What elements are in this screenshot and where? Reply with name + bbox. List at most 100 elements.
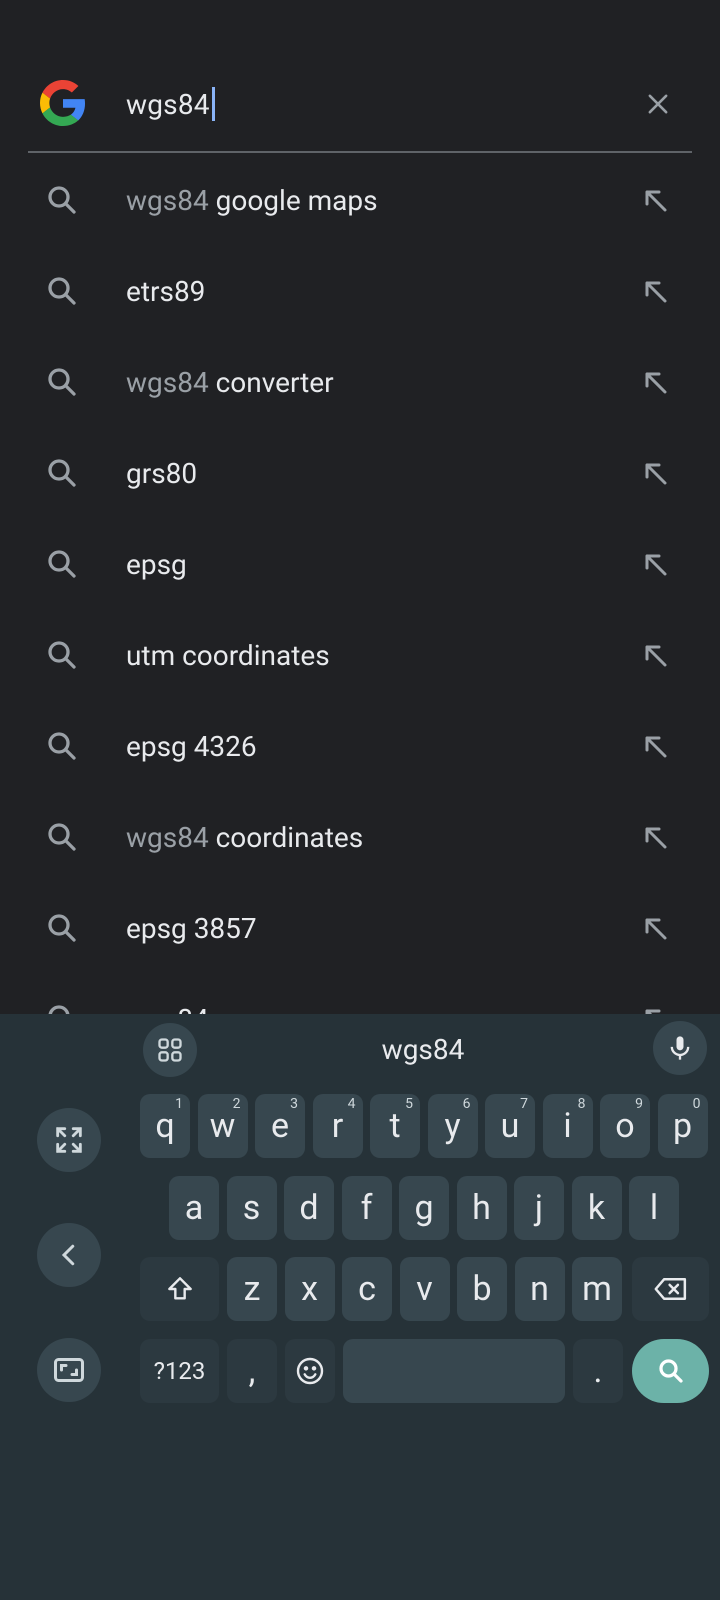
expand-icon <box>56 1127 82 1153</box>
key-s[interactable]: s <box>226 1176 277 1240</box>
key-w[interactable]: w2 <box>197 1094 248 1158</box>
key-label: b <box>472 1269 492 1309</box>
fill-query-icon[interactable] <box>638 729 674 765</box>
key-z[interactable]: z <box>227 1257 277 1321</box>
suggestion-item[interactable]: utm coordinates <box>0 610 720 701</box>
key-f[interactable]: f <box>341 1176 392 1240</box>
suggestion-text: epsg 4326 <box>126 701 257 792</box>
key-y[interactable]: y6 <box>427 1094 478 1158</box>
key-label: . <box>593 1351 603 1391</box>
key-i[interactable]: i8 <box>542 1094 593 1158</box>
suggestion-rest: grs80 <box>126 457 198 490</box>
fill-query-icon[interactable] <box>638 274 674 310</box>
key-x[interactable]: x <box>284 1257 335 1321</box>
fill-query-icon[interactable] <box>638 183 674 219</box>
resize-keyboard-button[interactable] <box>37 1338 101 1402</box>
key-label: j <box>534 1188 544 1228</box>
key-t[interactable]: t5 <box>370 1094 420 1158</box>
key-label: i <box>563 1106 572 1146</box>
key-hint: 1 <box>175 1096 183 1112</box>
chevron-left-icon <box>61 1244 75 1266</box>
back-button[interactable] <box>37 1223 101 1287</box>
key-r[interactable]: r4 <box>312 1094 363 1158</box>
fill-query-icon[interactable] <box>638 365 674 401</box>
suggestion-item[interactable]: epsg 4326 <box>0 701 720 792</box>
key-l[interactable]: l <box>629 1176 679 1240</box>
key-n[interactable]: n <box>514 1257 565 1321</box>
search-query-text: wgs84 <box>126 87 210 121</box>
fill-query-icon[interactable] <box>638 547 674 583</box>
fill-query-icon[interactable] <box>638 638 674 674</box>
shift-key[interactable] <box>140 1257 219 1321</box>
suggestion-item[interactable]: wgs84 <box>0 974 720 1015</box>
suggestion-rest: coordinates <box>215 821 364 854</box>
keyboard-word-suggestion[interactable]: wgs84 <box>300 1014 546 1086</box>
voice-input-button[interactable] <box>653 1021 707 1075</box>
fill-query-icon[interactable] <box>638 820 674 856</box>
suggestion-rest: converter <box>215 366 334 399</box>
microphone-icon <box>670 1036 690 1060</box>
key-hint: 0 <box>692 1096 701 1112</box>
key-label: m <box>582 1269 612 1309</box>
keyboard: wgs84 q1w2e3r4t5y6u7i8o9p0asdfghjklzxcvb… <box>0 1014 720 1600</box>
key-d[interactable]: d <box>284 1176 334 1240</box>
key-v[interactable]: v <box>399 1257 450 1321</box>
comma-key[interactable]: , <box>227 1339 277 1403</box>
key-o[interactable]: o9 <box>600 1094 650 1158</box>
key-label: , <box>248 1351 256 1391</box>
key-e[interactable]: e3 <box>255 1094 305 1158</box>
key-j[interactable]: j <box>514 1176 564 1240</box>
space-key[interactable] <box>343 1339 565 1403</box>
suggestion-text: wgs84 coordinates <box>126 792 363 883</box>
search-key[interactable] <box>632 1339 709 1403</box>
suggestion-rest: etrs89 <box>126 275 206 308</box>
key-label: e <box>270 1106 290 1146</box>
suggestion-item[interactable]: grs80 <box>0 428 720 519</box>
search-input[interactable]: wgs84 <box>126 84 215 124</box>
search-icon <box>44 637 80 673</box>
key-b[interactable]: b <box>457 1257 507 1321</box>
key-label: r <box>331 1106 344 1146</box>
expand-keyboard-button[interactable] <box>37 1108 101 1172</box>
key-label: f <box>360 1188 373 1228</box>
clear-button[interactable] <box>636 82 680 126</box>
suggestion-item[interactable]: wgs84 google maps <box>0 155 720 246</box>
key-label: ?123 <box>153 1357 206 1385</box>
key-q[interactable]: q1 <box>140 1094 190 1158</box>
key-h[interactable]: h <box>456 1176 507 1240</box>
suggestion-item[interactable]: wgs84 coordinates <box>0 792 720 883</box>
text-cursor <box>211 87 215 121</box>
key-label: n <box>530 1269 549 1309</box>
key-g[interactable]: g <box>399 1176 449 1240</box>
suggestion-text: wgs84 google maps <box>126 155 378 246</box>
key-label: z <box>243 1269 261 1309</box>
suggestion-item[interactable]: epsg <box>0 519 720 610</box>
apps-button[interactable] <box>143 1023 197 1077</box>
close-icon <box>648 94 668 114</box>
search-icon <box>44 910 80 946</box>
suggestion-item[interactable]: epsg 3857 <box>0 883 720 974</box>
symbols-key[interactable]: ?123 <box>140 1339 219 1403</box>
key-a[interactable]: a <box>169 1176 219 1240</box>
period-key[interactable]: . <box>573 1339 623 1403</box>
key-label: k <box>587 1188 606 1228</box>
emoji-key[interactable] <box>285 1339 335 1403</box>
suggestion-rest: google maps <box>215 184 378 217</box>
fill-query-icon[interactable] <box>638 911 674 947</box>
search-icon <box>44 1001 80 1015</box>
key-label: s <box>242 1188 261 1228</box>
emoji-icon <box>296 1357 324 1385</box>
backspace-key[interactable] <box>632 1257 709 1321</box>
key-p[interactable]: p0 <box>657 1094 708 1158</box>
search-icon <box>44 364 80 400</box>
key-u[interactable]: u7 <box>485 1094 535 1158</box>
key-c[interactable]: c <box>342 1257 392 1321</box>
suggestion-rest: utm coordinates <box>126 639 330 672</box>
suggestion-item[interactable]: wgs84 converter <box>0 337 720 428</box>
key-m[interactable]: m <box>572 1257 622 1321</box>
suggestion-item[interactable]: etrs89 <box>0 246 720 337</box>
key-k[interactable]: k <box>571 1176 622 1240</box>
fill-query-icon[interactable] <box>638 456 674 492</box>
key-label: t <box>389 1106 401 1146</box>
key-label: q <box>155 1106 175 1146</box>
